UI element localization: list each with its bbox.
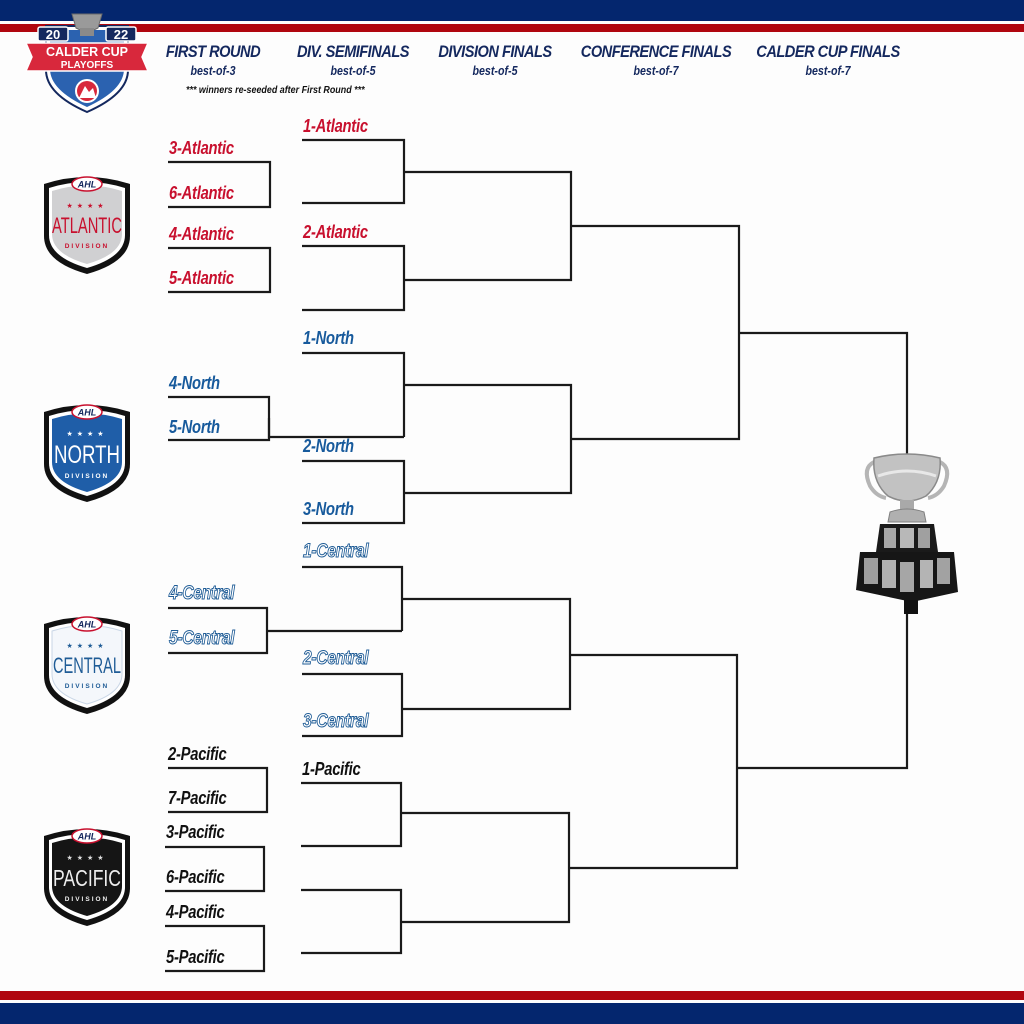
bracket-north-semi-a bbox=[302, 351, 406, 437]
bracket-central-semi-a bbox=[302, 565, 404, 631]
bracket-atlantic-final bbox=[404, 170, 573, 282]
stars-icon: ★★★★ bbox=[66, 202, 107, 210]
central-division-badge: AHL ★★★★ CENTRAL DIVISION bbox=[44, 616, 130, 714]
team-label: 5-Atlantic bbox=[169, 268, 234, 288]
bracket-east-conference bbox=[571, 224, 741, 441]
ahl-mark: AHL bbox=[77, 620, 97, 630]
team-label: 6-Atlantic bbox=[169, 183, 234, 203]
team-label: 3-Atlantic bbox=[169, 138, 234, 158]
ahl-mark: AHL bbox=[77, 832, 97, 842]
bracket-atlantic-semi-b bbox=[302, 244, 406, 312]
team-label: 5-Pacific bbox=[166, 947, 225, 967]
team-label: 4-Central bbox=[169, 583, 235, 605]
stars-icon: ★★★★ bbox=[66, 430, 107, 438]
bracket-pacific-final bbox=[401, 811, 571, 924]
bracket-atlantic-semi-a bbox=[302, 138, 406, 205]
bracket-pacific-semi-a bbox=[301, 781, 403, 848]
team-label: 7-Pacific bbox=[168, 788, 227, 808]
division-badge-sub: DIVISION bbox=[65, 473, 110, 480]
bracket-cup-final-west bbox=[737, 612, 909, 770]
bracket-north-final bbox=[404, 383, 573, 495]
ahl-mark: AHL bbox=[77, 408, 97, 418]
calder-cup-trophy-icon bbox=[856, 453, 958, 614]
bracket-west-conference bbox=[569, 653, 739, 870]
stars-icon: ★★★★ bbox=[66, 854, 107, 862]
team-label: 3-Central bbox=[303, 711, 369, 733]
team-label: 5-Central bbox=[169, 628, 235, 650]
division-badge-name: NORTH bbox=[54, 441, 120, 469]
team-label: 4-Atlantic bbox=[169, 224, 234, 244]
team-label: 4-Pacific bbox=[166, 902, 225, 922]
team-label: 1-North bbox=[303, 328, 354, 348]
team-label: 5-North bbox=[169, 417, 220, 437]
division-badge-name: PACIFIC bbox=[53, 865, 121, 891]
division-badge-sub: DIVISION bbox=[65, 243, 110, 250]
division-badge-sub: DIVISION bbox=[65, 896, 110, 903]
team-label: 1-Atlantic bbox=[303, 116, 368, 136]
north-division-badge: AHL ★★★★ NORTH DIVISION bbox=[44, 404, 130, 502]
team-label: 3-Pacific bbox=[166, 822, 225, 842]
team-label: 2-North bbox=[303, 436, 354, 456]
team-label: 2-Pacific bbox=[168, 744, 227, 764]
bracket-central-final bbox=[402, 597, 572, 711]
team-label: 1-Pacific bbox=[302, 759, 361, 779]
team-label: 2-Atlantic bbox=[303, 222, 368, 242]
stars-icon: ★★★★ bbox=[66, 642, 107, 650]
bracket-pacific-semi-b bbox=[301, 888, 403, 955]
bracket-cup-final-east bbox=[739, 331, 909, 456]
atlantic-division-badge: AHL ★★★★ ATLANTIC DIVISION bbox=[44, 176, 130, 274]
team-label: 2-Central bbox=[303, 648, 369, 670]
team-label: 4-North bbox=[169, 373, 220, 393]
division-badge-sub: DIVISION bbox=[65, 683, 110, 690]
division-badge-name: CENTRAL bbox=[53, 653, 121, 678]
team-label: 1-Central bbox=[303, 541, 369, 563]
ahl-mark: AHL bbox=[77, 180, 97, 190]
team-label: 6-Pacific bbox=[166, 867, 225, 887]
division-badge-name: ATLANTIC bbox=[52, 213, 122, 238]
bracket-north-r1-out bbox=[267, 418, 404, 439]
pacific-division-badge: AHL ★★★★ PACIFIC DIVISION bbox=[44, 828, 130, 926]
team-label: 3-North bbox=[303, 499, 354, 519]
